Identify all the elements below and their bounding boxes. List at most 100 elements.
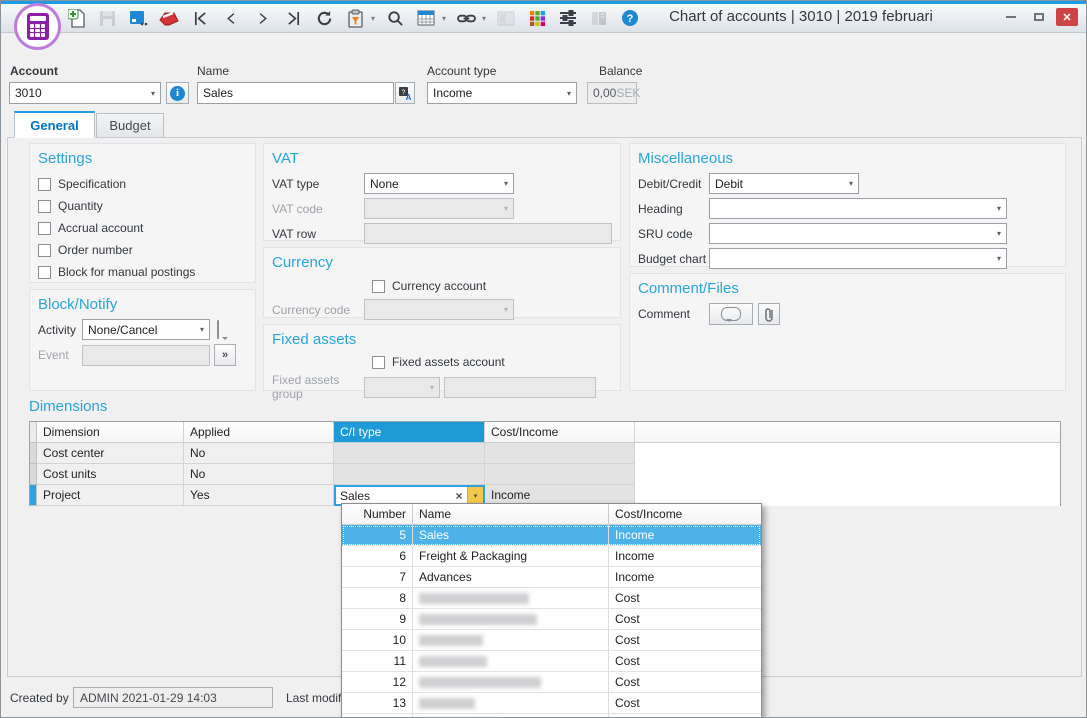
col-applied[interactable]: Applied (184, 422, 334, 443)
new-record-icon[interactable] (65, 7, 87, 29)
popup-cell-cost-income[interactable]: Cost (609, 672, 761, 692)
search-icon[interactable] (384, 7, 406, 29)
checkbox-icon[interactable] (372, 356, 385, 369)
popup-cell-name-redacted[interactable] (413, 630, 609, 650)
delete-icon[interactable] (158, 7, 180, 29)
refresh-icon[interactable] (313, 7, 335, 29)
vat-type-caret-icon[interactable]: ▾ (504, 179, 508, 188)
checkbox-icon[interactable] (38, 222, 51, 235)
popup-cell-cost-income[interactable]: Cost (609, 609, 761, 629)
popup-row[interactable]: 6 Freight & Packaging Income (342, 546, 761, 567)
popup-cell-cost-income[interactable]: Income (609, 525, 761, 545)
fixed-assets-account-checkbox[interactable]: Fixed assets account (372, 354, 612, 370)
first-record-icon[interactable] (189, 7, 211, 29)
last-record-icon[interactable] (282, 7, 304, 29)
popup-row[interactable]: 13 Cost (342, 693, 761, 714)
save-icon[interactable] (96, 7, 118, 29)
checkbox-block-manual-postings[interactable]: Block for manual postings (38, 261, 247, 283)
popup-cell-cost-income[interactable]: Income (609, 546, 761, 566)
popup-cell-cost-income[interactable]: Income (609, 567, 761, 587)
heading-combobox[interactable]: ▾ (709, 198, 1007, 219)
popup-col-name[interactable]: Name (413, 504, 609, 524)
account-caret-icon[interactable]: ▾ (147, 89, 155, 98)
event-more-button[interactable]: » (214, 344, 236, 366)
popup-cell-number[interactable]: 7 (342, 567, 413, 587)
cell-applied[interactable]: Yes (184, 485, 334, 506)
cell-applied[interactable]: No (184, 443, 334, 464)
popup-cell-number[interactable]: 12 (342, 672, 413, 692)
checkbox-order-number[interactable]: Order number (38, 239, 247, 261)
popup-row[interactable]: 14 Cost (342, 714, 761, 718)
name-input[interactable]: Sales (197, 82, 394, 104)
grid-view-icon[interactable] (415, 7, 437, 29)
grid-row-cost-units[interactable]: Cost units No (30, 464, 1060, 485)
popup-cell-cost-income[interactable]: Cost (609, 651, 761, 671)
editor-dropdown-icon[interactable]: ▾ (467, 487, 483, 504)
popup-row[interactable]: 11 Cost (342, 651, 761, 672)
popup-cell-number[interactable]: 6 (342, 546, 413, 566)
account-info-button[interactable]: i (166, 82, 189, 104)
account-type-combobox[interactable]: Income ▾ (427, 82, 577, 104)
account-type-caret-icon[interactable]: ▾ (563, 89, 571, 98)
preview-icon[interactable] (495, 7, 517, 29)
popup-cell-number[interactable]: 9 (342, 609, 413, 629)
popup-cell-name[interactable]: Freight & Packaging (413, 546, 609, 566)
debit-credit-combobox[interactable]: Debit ▾ (709, 173, 859, 194)
popup-cell-number[interactable]: 5 (342, 525, 413, 545)
color-theme-icon[interactable] (526, 7, 548, 29)
sru-code-combobox[interactable]: ▾ (709, 223, 1007, 244)
currency-account-checkbox[interactable]: Currency account (372, 277, 612, 295)
comment-bubble-button[interactable] (709, 303, 753, 325)
popup-cell-name-redacted[interactable] (413, 714, 609, 718)
layout-settings-icon[interactable] (557, 7, 579, 29)
budget-chart-caret-icon[interactable]: ▾ (997, 254, 1001, 263)
budget-chart-combobox[interactable]: ▾ (709, 248, 1007, 269)
sru-caret-icon[interactable]: ▾ (997, 229, 1001, 238)
popup-cell-name-redacted[interactable] (413, 609, 609, 629)
checkbox-specification[interactable]: Specification (38, 173, 247, 195)
checkbox-icon[interactable] (38, 178, 51, 191)
heading-caret-icon[interactable]: ▾ (997, 204, 1001, 213)
activity-comment-icon[interactable] (217, 321, 219, 339)
close-button[interactable]: ✕ (1056, 8, 1078, 26)
popup-cell-cost-income[interactable]: Cost (609, 693, 761, 713)
cell-applied[interactable]: No (184, 464, 334, 485)
account-combobox[interactable]: 3010 ▾ (9, 82, 161, 104)
popup-cell-number[interactable]: 10 (342, 630, 413, 650)
popup-cell-number[interactable]: 8 (342, 588, 413, 608)
col-dimension[interactable]: Dimension (37, 422, 184, 443)
popup-cell-name[interactable]: Sales (413, 525, 609, 545)
link-dropdown-caret[interactable]: ▾ (482, 14, 486, 23)
col-cost-income[interactable]: Cost/Income (485, 422, 635, 443)
checkbox-accrual-account[interactable]: Accrual account (38, 217, 247, 239)
checkbox-icon[interactable] (372, 280, 385, 293)
activity-caret-icon[interactable]: ▾ (200, 325, 204, 334)
cell-dimension[interactable]: Cost units (37, 464, 184, 485)
cell-dimension[interactable]: Project (37, 485, 184, 506)
ci-type-editor-value[interactable]: Sales (336, 489, 451, 503)
popup-row[interactable]: 8 Cost (342, 588, 761, 609)
attach-file-button[interactable] (758, 303, 780, 325)
popup-cell-name-redacted[interactable] (413, 693, 609, 713)
clear-icon[interactable]: × (451, 489, 467, 503)
cell-dimension[interactable]: Cost center (37, 443, 184, 464)
previous-record-icon[interactable] (220, 7, 242, 29)
paste-special-icon[interactable] (344, 7, 366, 29)
report-book-icon[interactable] (588, 7, 610, 29)
paste-dropdown-caret[interactable]: ▾ (371, 14, 375, 23)
popup-cell-cost-income[interactable]: Cost (609, 714, 761, 718)
popup-col-cost-income[interactable]: Cost/Income (609, 504, 761, 524)
popup-cell-name-redacted[interactable] (413, 588, 609, 608)
debit-credit-caret-icon[interactable]: ▾ (849, 179, 853, 188)
popup-row[interactable]: 10 Cost (342, 630, 761, 651)
checkbox-icon[interactable] (38, 200, 51, 213)
popup-cell-number[interactable]: 11 (342, 651, 413, 671)
checkbox-icon[interactable] (38, 266, 51, 279)
popup-cell-number[interactable]: 14 (342, 714, 413, 718)
col-ci-type[interactable]: C/I type (334, 422, 485, 443)
grid-row-cost-center[interactable]: Cost center No (30, 443, 1060, 464)
grid-dropdown-caret[interactable]: ▾ (442, 14, 446, 23)
next-record-icon[interactable] (251, 7, 273, 29)
tab-general[interactable]: General (14, 111, 95, 138)
popup-cell-cost-income[interactable]: Cost (609, 588, 761, 608)
